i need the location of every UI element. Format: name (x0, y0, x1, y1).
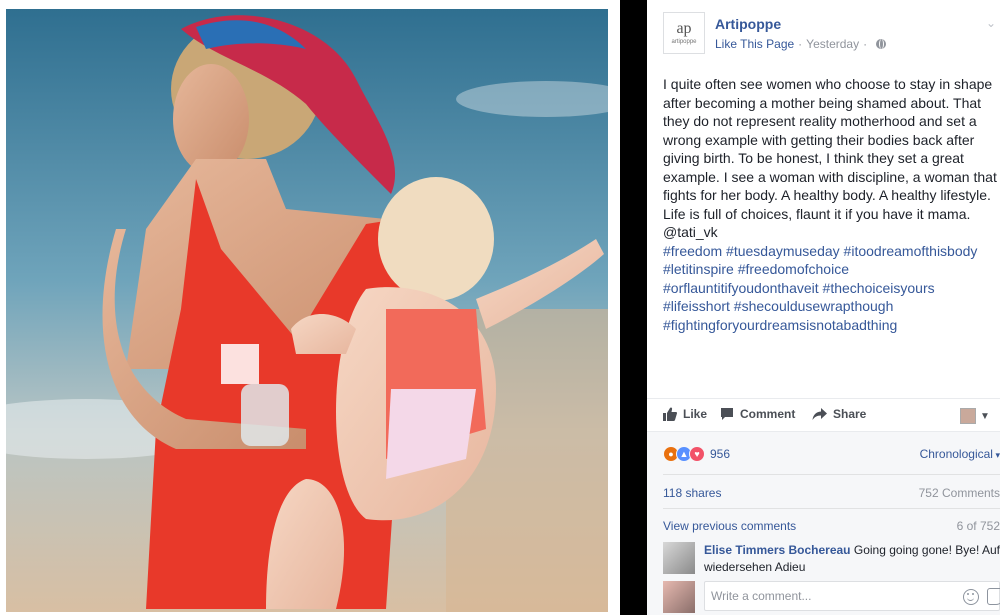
like-label: Like (683, 407, 708, 421)
speech-bubble-icon (721, 408, 733, 420)
thumbs-up-icon (663, 407, 677, 421)
hashtag-line[interactable]: #freedom #tuesdaymuseday #itoodreamofthi… (663, 242, 1000, 261)
beach-photo-illustration (6, 9, 608, 612)
sticker-icon[interactable] (987, 588, 1000, 605)
like-button[interactable]: Like (663, 407, 707, 421)
shares-link[interactable]: 118 shares (663, 486, 721, 500)
comment-author-link[interactable]: Elise Timmers Bochereau (704, 543, 851, 557)
action-bar: Like Comment Share ▼ (647, 398, 1000, 432)
comment-count[interactable]: 752 Comments (919, 486, 1000, 500)
share-arrow-icon (812, 408, 827, 420)
comment-text: Elise Timmers Bochereau Going going gone… (704, 542, 1000, 576)
view-previous-comments-link[interactable]: View previous comments (663, 519, 796, 533)
emoji-icon[interactable] (963, 589, 979, 605)
avatar (960, 408, 976, 424)
post-meta: Like This Page · Yesterday · (715, 37, 887, 51)
hashtag-line[interactable]: #letitinspire #freedomofchoice (663, 260, 1000, 279)
photo-viewer (0, 0, 620, 615)
page-logo[interactable]: ap artipoppe (663, 12, 705, 54)
comment-label: Comment (740, 407, 796, 421)
logo-mark: ap (676, 20, 692, 37)
comment-input[interactable] (704, 581, 1000, 611)
hashtag-list: #freedom #tuesdaymuseday #itoodreamofthi… (663, 242, 1000, 335)
caret-down-icon: ▼ (980, 410, 990, 422)
meta-separator: · (798, 37, 803, 51)
hashtag-line[interactable]: #orflauntitifyoudonthaveit #thechoiceisy… (663, 279, 1000, 298)
comment-item: Elise Timmers Bochereau Going going gone… (663, 540, 1000, 576)
comment-composer (663, 579, 1000, 613)
share-button[interactable]: Share (812, 407, 866, 421)
post-side-panel: ap artipoppe Artipoppe Like This Page · … (647, 0, 1000, 615)
divider (663, 474, 1000, 475)
avatar[interactable] (663, 542, 695, 574)
avatar (663, 581, 695, 613)
comment-sort-dropdown[interactable]: Chronological (920, 447, 1000, 461)
logo-wordmark: artipoppe (671, 39, 697, 45)
like-page-link[interactable]: Like This Page (715, 37, 794, 51)
post-as-selector[interactable]: ▼ (960, 408, 990, 424)
comments-area: ● ▲ ♥ 956 Chronological 118 shares 752 C… (647, 432, 1000, 615)
hashtag-line[interactable]: #lifeisshort #shecouldusewrapthough (663, 297, 1000, 316)
post-text: I quite often see women who choose to st… (663, 76, 997, 240)
post-photo[interactable] (6, 9, 608, 612)
globe-icon (876, 39, 887, 49)
divider (663, 508, 1000, 509)
comment-page-counter: 6 of 752 (956, 519, 1000, 533)
share-label: Share (833, 407, 867, 421)
reactions-summary[interactable]: ● ▲ ♥ 956 (663, 446, 730, 462)
post-body: I quite often see women who choose to st… (663, 75, 1000, 334)
reaction-count: 956 (710, 447, 731, 461)
page-name-link[interactable]: Artipoppe (715, 16, 781, 32)
meta-separator-2: · (863, 37, 868, 51)
post-header: ap artipoppe Artipoppe Like This Page · … (663, 12, 1000, 62)
post-timestamp[interactable]: Yesterday (806, 37, 859, 51)
hashtag-line[interactable]: #fightingforyourdreamsisnotabadthing (663, 316, 1000, 335)
comment-button[interactable]: Comment (720, 407, 795, 421)
love-reaction-icon: ♥ (689, 446, 705, 462)
chevron-down-icon[interactable]: ⌄ (986, 17, 996, 29)
viewer-divider (620, 0, 647, 615)
